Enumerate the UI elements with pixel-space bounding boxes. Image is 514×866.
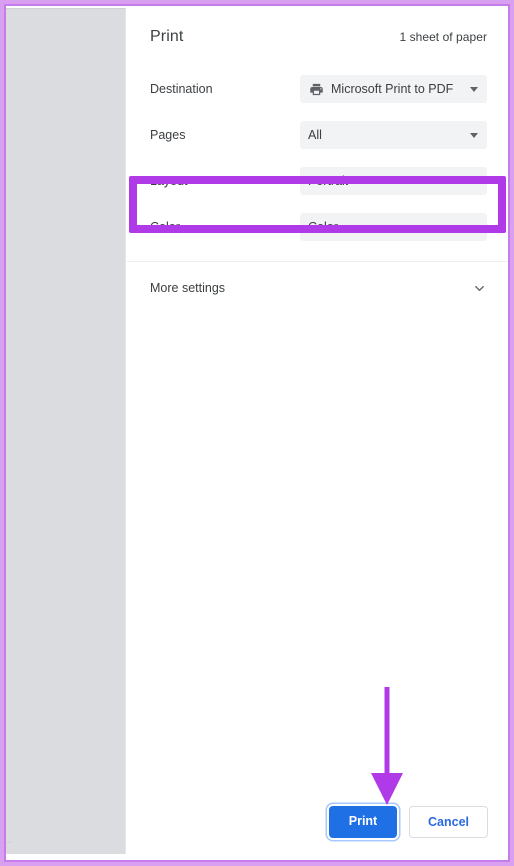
destination-select[interactable]: Microsoft Print to PDF — [300, 75, 487, 103]
pages-label: Pages — [150, 128, 186, 142]
print-dialog-screenshot: ... Print 1 sheet of paper Destination M… — [0, 0, 514, 866]
pages-value: All — [308, 128, 322, 142]
setting-row-color: Color Color — [150, 204, 487, 250]
page-title: Print — [150, 28, 184, 45]
layout-value: Portrait — [308, 174, 349, 188]
color-value: Color — [308, 220, 338, 234]
chevron-down-icon — [472, 281, 487, 296]
chevron-down-icon — [470, 179, 478, 184]
pages-select[interactable]: All — [300, 121, 487, 149]
layout-label: Layout — [150, 174, 188, 188]
setting-row-pages: Pages All — [150, 112, 487, 158]
print-dialog-panel: Print 1 sheet of paper Destination Micro… — [127, 8, 510, 854]
destination-value: Microsoft Print to PDF — [331, 82, 454, 96]
chevron-down-icon — [470, 133, 478, 138]
color-select[interactable]: Color — [300, 213, 487, 241]
destination-label: Destination — [150, 82, 213, 96]
settings-section: Destination Microsoft Print to PDF Pages… — [127, 66, 510, 250]
chevron-down-icon — [470, 87, 478, 92]
color-label: Color — [150, 220, 180, 234]
chevron-down-icon — [470, 225, 478, 230]
preview-artifact: ... — [6, 839, 11, 845]
sheet-count-label: 1 sheet of paper — [399, 30, 487, 44]
more-settings-label: More settings — [150, 281, 226, 295]
print-preview-pane: ... — [4, 8, 126, 854]
dialog-header: Print 1 sheet of paper — [127, 8, 510, 66]
layout-select[interactable]: Portrait — [300, 167, 487, 195]
setting-row-destination: Destination Microsoft Print to PDF — [150, 66, 487, 112]
cancel-button[interactable]: Cancel — [409, 806, 488, 838]
print-button[interactable]: Print — [329, 806, 397, 838]
dialog-footer: Print Cancel — [127, 806, 510, 838]
printer-icon — [308, 81, 324, 97]
more-settings-toggle[interactable]: More settings — [127, 262, 510, 314]
setting-row-layout: Layout Portrait — [150, 158, 487, 204]
